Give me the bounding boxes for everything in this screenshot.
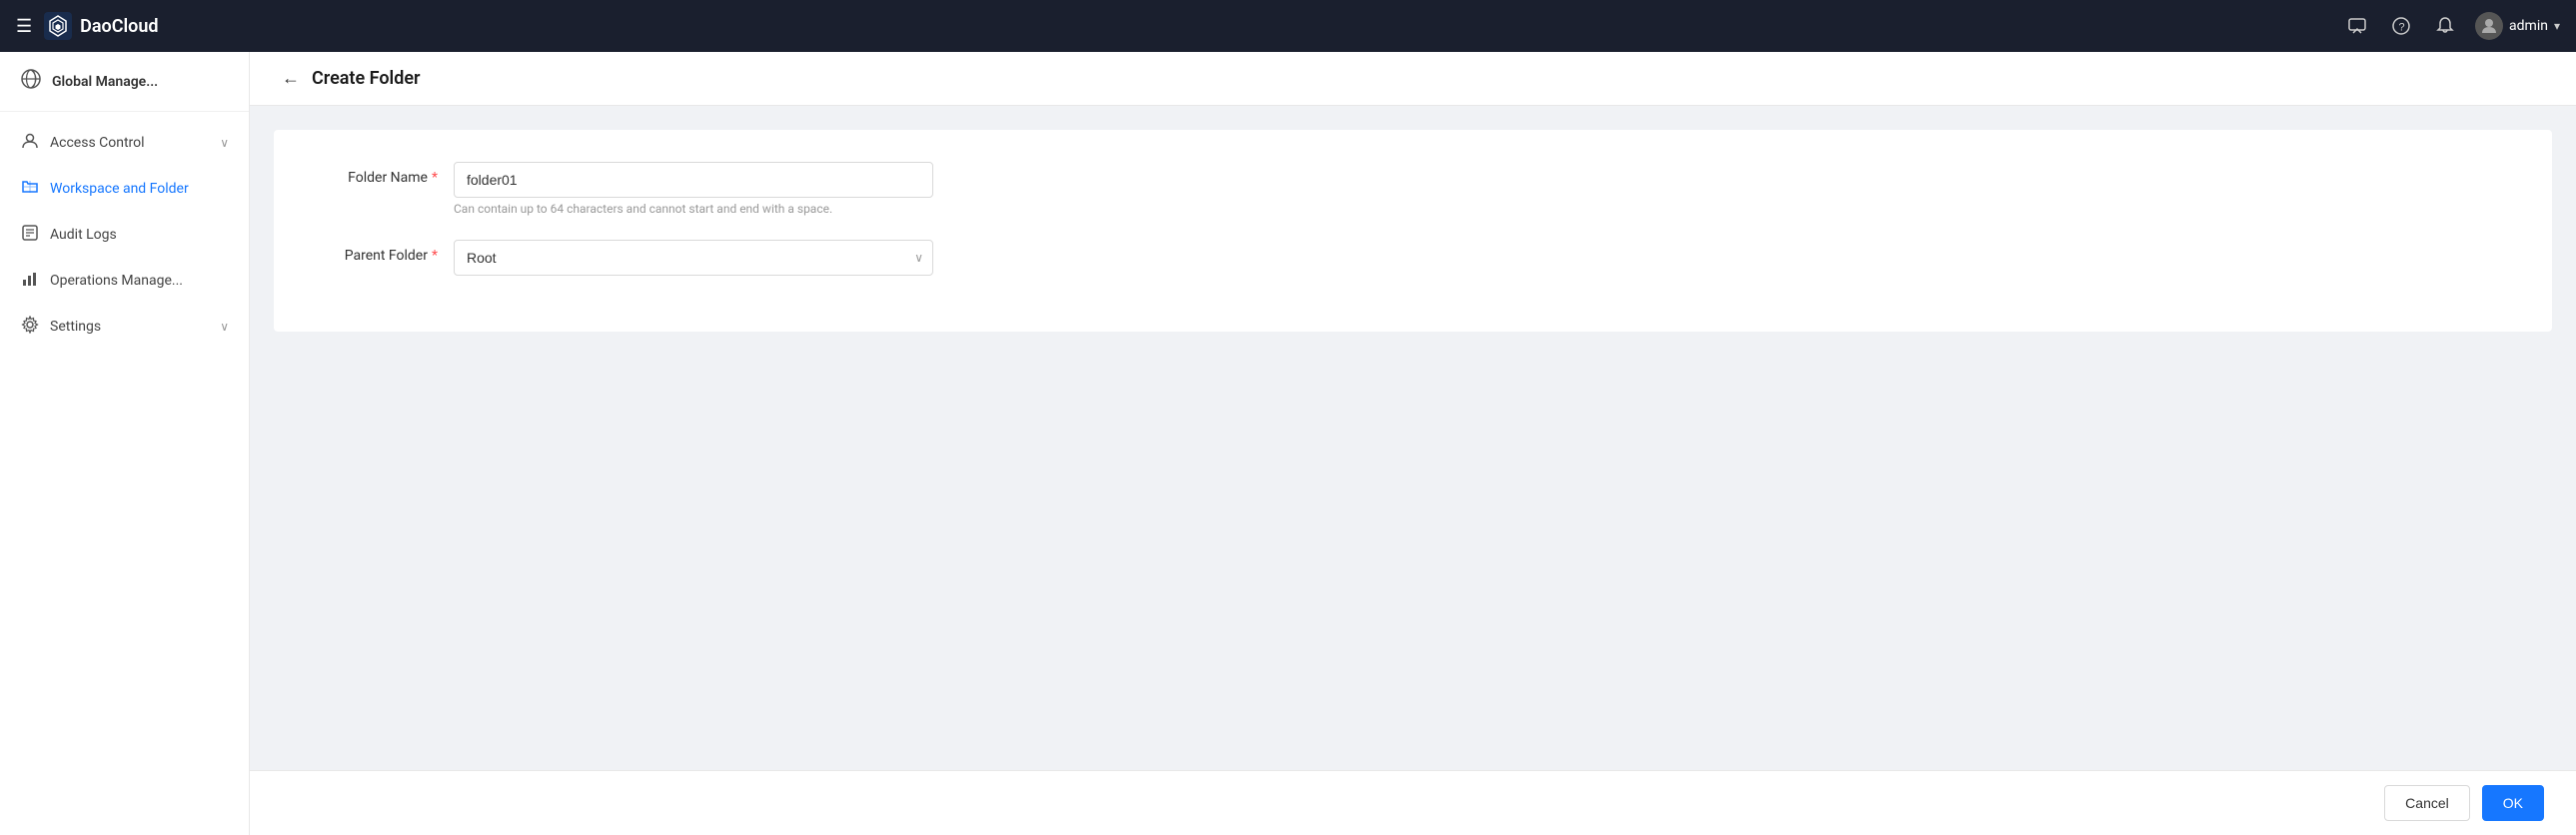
cancel-button[interactable]: Cancel <box>2384 785 2470 821</box>
page-title: Create Folder <box>312 68 421 89</box>
topbar-logo: DaoCloud <box>44 12 158 40</box>
user-chevron-icon: ▾ <box>2554 19 2560 33</box>
operations-manage-icon <box>20 270 40 292</box>
access-control-icon <box>20 132 40 154</box>
main-layout: Global Manage... Access Control ∨ <box>0 52 2576 835</box>
workspace-folder-icon <box>20 178 40 200</box>
sidebar-item-audit-logs[interactable]: Audit Logs <box>0 212 249 258</box>
parent-folder-select-wrapper: Root ∨ <box>454 240 933 276</box>
folder-name-required: * <box>432 170 438 186</box>
folder-name-hint: Can contain up to 64 characters and cann… <box>454 202 933 216</box>
topbar-right: ? admin ▾ <box>2343 12 2560 40</box>
settings-chevron-icon: ∨ <box>220 320 229 334</box>
create-folder-form: Folder Name* Can contain up to 64 charac… <box>274 130 2552 332</box>
folder-name-label: Folder Name* <box>314 162 454 186</box>
back-button[interactable]: ← <box>282 68 300 89</box>
parent-folder-row: Parent Folder* Root ∨ <box>314 240 2512 276</box>
sidebar-navigation: Access Control ∨ Workspace and Folder <box>0 112 249 358</box>
folder-name-row: Folder Name* Can contain up to 64 charac… <box>314 162 2512 216</box>
parent-folder-label: Parent Folder* <box>314 240 454 264</box>
topbar: ☰ DaoCloud ? admin ▾ <box>0 0 2576 52</box>
global-manage-icon <box>20 68 42 95</box>
sidebar-item-operations-manage[interactable]: Operations Manage... <box>0 258 249 304</box>
parent-folder-select[interactable]: Root <box>454 240 933 276</box>
menu-icon[interactable]: ☰ <box>16 16 32 37</box>
user-menu[interactable]: admin ▾ <box>2475 12 2560 40</box>
sidebar-brand-label: Global Manage... <box>52 74 158 90</box>
page-body: Folder Name* Can contain up to 64 charac… <box>250 106 2576 770</box>
sidebar-item-left: Settings <box>20 316 101 338</box>
page-header: ← Create Folder <box>250 52 2576 106</box>
sidebar-item-left: Workspace and Folder <box>20 178 189 200</box>
brand-name: DaoCloud <box>80 16 158 37</box>
help-icon[interactable]: ? <box>2387 12 2415 40</box>
operations-manage-label: Operations Manage... <box>50 273 183 289</box>
workspace-folder-label: Workspace and Folder <box>50 181 189 197</box>
ok-button[interactable]: OK <box>2482 785 2544 821</box>
parent-folder-required: * <box>432 248 438 264</box>
sidebar-item-settings[interactable]: Settings ∨ <box>0 304 249 350</box>
daocloud-logo-icon <box>44 12 72 40</box>
sidebar-item-left: Audit Logs <box>20 224 117 246</box>
chat-icon[interactable] <box>2343 12 2371 40</box>
audit-logs-icon <box>20 224 40 246</box>
sidebar-item-left: Operations Manage... <box>20 270 183 292</box>
folder-name-input[interactable] <box>454 162 933 198</box>
svg-text:?: ? <box>2399 22 2405 34</box>
audit-logs-label: Audit Logs <box>50 227 117 243</box>
footer-bar: Cancel OK <box>250 770 2576 835</box>
notification-icon[interactable] <box>2431 12 2459 40</box>
user-avatar <box>2475 12 2503 40</box>
parent-folder-field: Root ∨ <box>454 240 933 276</box>
settings-label: Settings <box>50 319 101 335</box>
sidebar-item-workspace-folder[interactable]: Workspace and Folder <box>0 166 249 212</box>
folder-name-field: Can contain up to 64 characters and cann… <box>454 162 933 216</box>
user-name: admin <box>2509 18 2548 34</box>
settings-icon <box>20 316 40 338</box>
access-control-chevron-icon: ∨ <box>220 136 229 150</box>
sidebar-item-left: Access Control <box>20 132 145 154</box>
sidebar-item-access-control[interactable]: Access Control ∨ <box>0 120 249 166</box>
sidebar: Global Manage... Access Control ∨ <box>0 52 250 835</box>
access-control-label: Access Control <box>50 135 145 151</box>
content-area: ← Create Folder Folder Name* Can contain… <box>250 52 2576 835</box>
sidebar-brand[interactable]: Global Manage... <box>0 52 249 112</box>
topbar-left: ☰ DaoCloud <box>16 12 2343 40</box>
